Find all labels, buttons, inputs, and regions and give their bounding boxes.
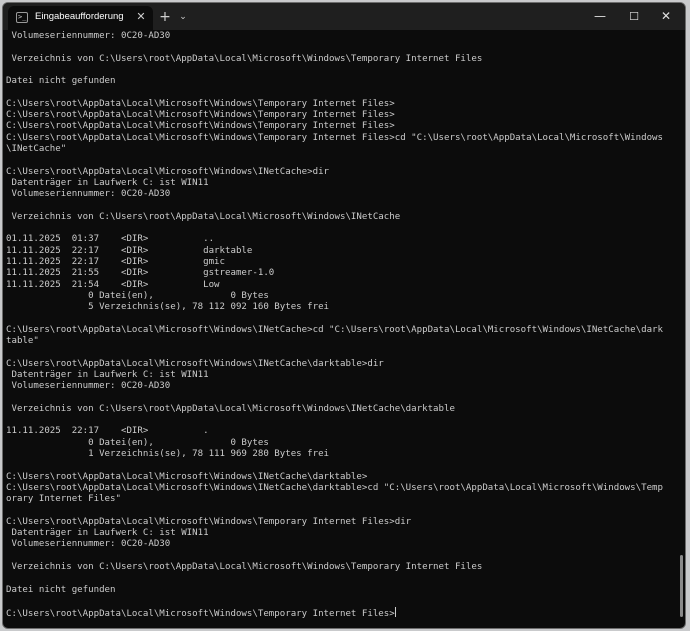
console-line: orary Internet Files"	[6, 494, 121, 505]
console-line: Volumeseriennummer: 0C20-AD30	[6, 539, 171, 550]
console-line: C:\Users\root\AppData\Local\Microsoft\Wi…	[6, 98, 395, 109]
console-line: Datei nicht gefunden	[6, 584, 116, 595]
console-line: Verzeichnis von C:\Users\root\AppData\Lo…	[6, 561, 483, 572]
terminal-icon: >_	[16, 12, 28, 23]
title-bar: >_ Eingabeaufforderung ✕ + ⌄ — ☐ ✕	[3, 3, 685, 30]
console-line: Volumeseriennummer: 0C20-AD30	[6, 381, 171, 392]
console-line: 1 Verzeichnis(se), 78 111 969 280 Bytes …	[6, 448, 330, 459]
minimize-button[interactable]: —	[585, 3, 615, 30]
console-line: Verzeichnis von C:\Users\root\AppData\Lo…	[6, 211, 401, 222]
tab-close-icon[interactable]: ✕	[133, 8, 149, 26]
console-line: 01.11.2025 01:37 <DIR> ..	[6, 234, 215, 245]
terminal-window: >_ Eingabeaufforderung ✕ + ⌄ — ☐ ✕ Volum…	[2, 2, 686, 629]
text-cursor	[394, 607, 396, 618]
console-line: Datenträger in Laufwerk C: ist WIN11	[6, 369, 209, 380]
new-tab-button[interactable]: +	[155, 7, 175, 27]
close-button[interactable]: ✕	[651, 3, 681, 30]
console-line: C:\Users\root\AppData\Local\Microsoft\Wi…	[6, 324, 663, 335]
console-line: C:\Users\root\AppData\Local\Microsoft\Wi…	[6, 132, 663, 143]
console-output[interactable]: Volumeseriennummer: 0C20-AD30 Verzeichni…	[6, 31, 675, 628]
console-line: 11.11.2025 22:17 <DIR> .	[6, 426, 209, 437]
console-prompt[interactable]: C:\Users\root\AppData\Local\Microsoft\Wi…	[6, 607, 675, 620]
console-line: C:\Users\root\AppData\Local\Microsoft\Wi…	[6, 121, 395, 132]
console-line: 5 Verzeichnis(se), 78 112 092 160 Bytes …	[6, 302, 330, 313]
console-line: Volumeseriennummer: 0C20-AD30	[6, 189, 171, 200]
tab-title: Eingabeaufforderung	[35, 11, 124, 22]
maximize-button[interactable]: ☐	[619, 3, 649, 30]
scrollbar-thumb[interactable]	[680, 555, 683, 617]
console-line: C:\Users\root\AppData\Local\Microsoft\Wi…	[6, 471, 368, 482]
console-line: C:\Users\root\AppData\Local\Microsoft\Wi…	[6, 358, 384, 369]
chevron-down-icon[interactable]: ⌄	[175, 7, 191, 27]
console-line: Datenträger in Laufwerk C: ist WIN11	[6, 177, 209, 188]
console-line: Datenträger in Laufwerk C: ist WIN11	[6, 528, 209, 539]
console-line: C:\Users\root\AppData\Local\Microsoft\Wi…	[6, 166, 330, 177]
console-line: 0 Datei(en), 0 Bytes	[6, 437, 269, 448]
console-line: 11.11.2025 22:17 <DIR> gmic	[6, 256, 225, 267]
console-line: 11.11.2025 22:17 <DIR> darktable	[6, 245, 253, 256]
prompt-text: C:\Users\root\AppData\Local\Microsoft\Wi…	[6, 609, 395, 620]
console-line: Verzeichnis von C:\Users\root\AppData\Lo…	[6, 403, 455, 414]
console-line: C:\Users\root\AppData\Local\Microsoft\Wi…	[6, 482, 663, 493]
console-line: Verzeichnis von C:\Users\root\AppData\Lo…	[6, 53, 483, 64]
console-line: Volumeseriennummer: 0C20-AD30	[6, 31, 171, 41]
console-line: 11.11.2025 21:55 <DIR> gstreamer-1.0	[6, 268, 275, 279]
console-line: C:\Users\root\AppData\Local\Microsoft\Wi…	[6, 516, 412, 527]
console-line: 0 Datei(en), 0 Bytes	[6, 290, 269, 301]
console-line: Datei nicht gefunden	[6, 76, 116, 87]
console-line: \INetCache"	[6, 143, 67, 154]
console-line: 11.11.2025 21:54 <DIR> Low	[6, 279, 220, 290]
console-line: C:\Users\root\AppData\Local\Microsoft\Wi…	[6, 110, 395, 121]
console-line: table"	[6, 336, 39, 347]
tab-eingabeaufforderung[interactable]: >_ Eingabeaufforderung ✕	[8, 6, 153, 30]
